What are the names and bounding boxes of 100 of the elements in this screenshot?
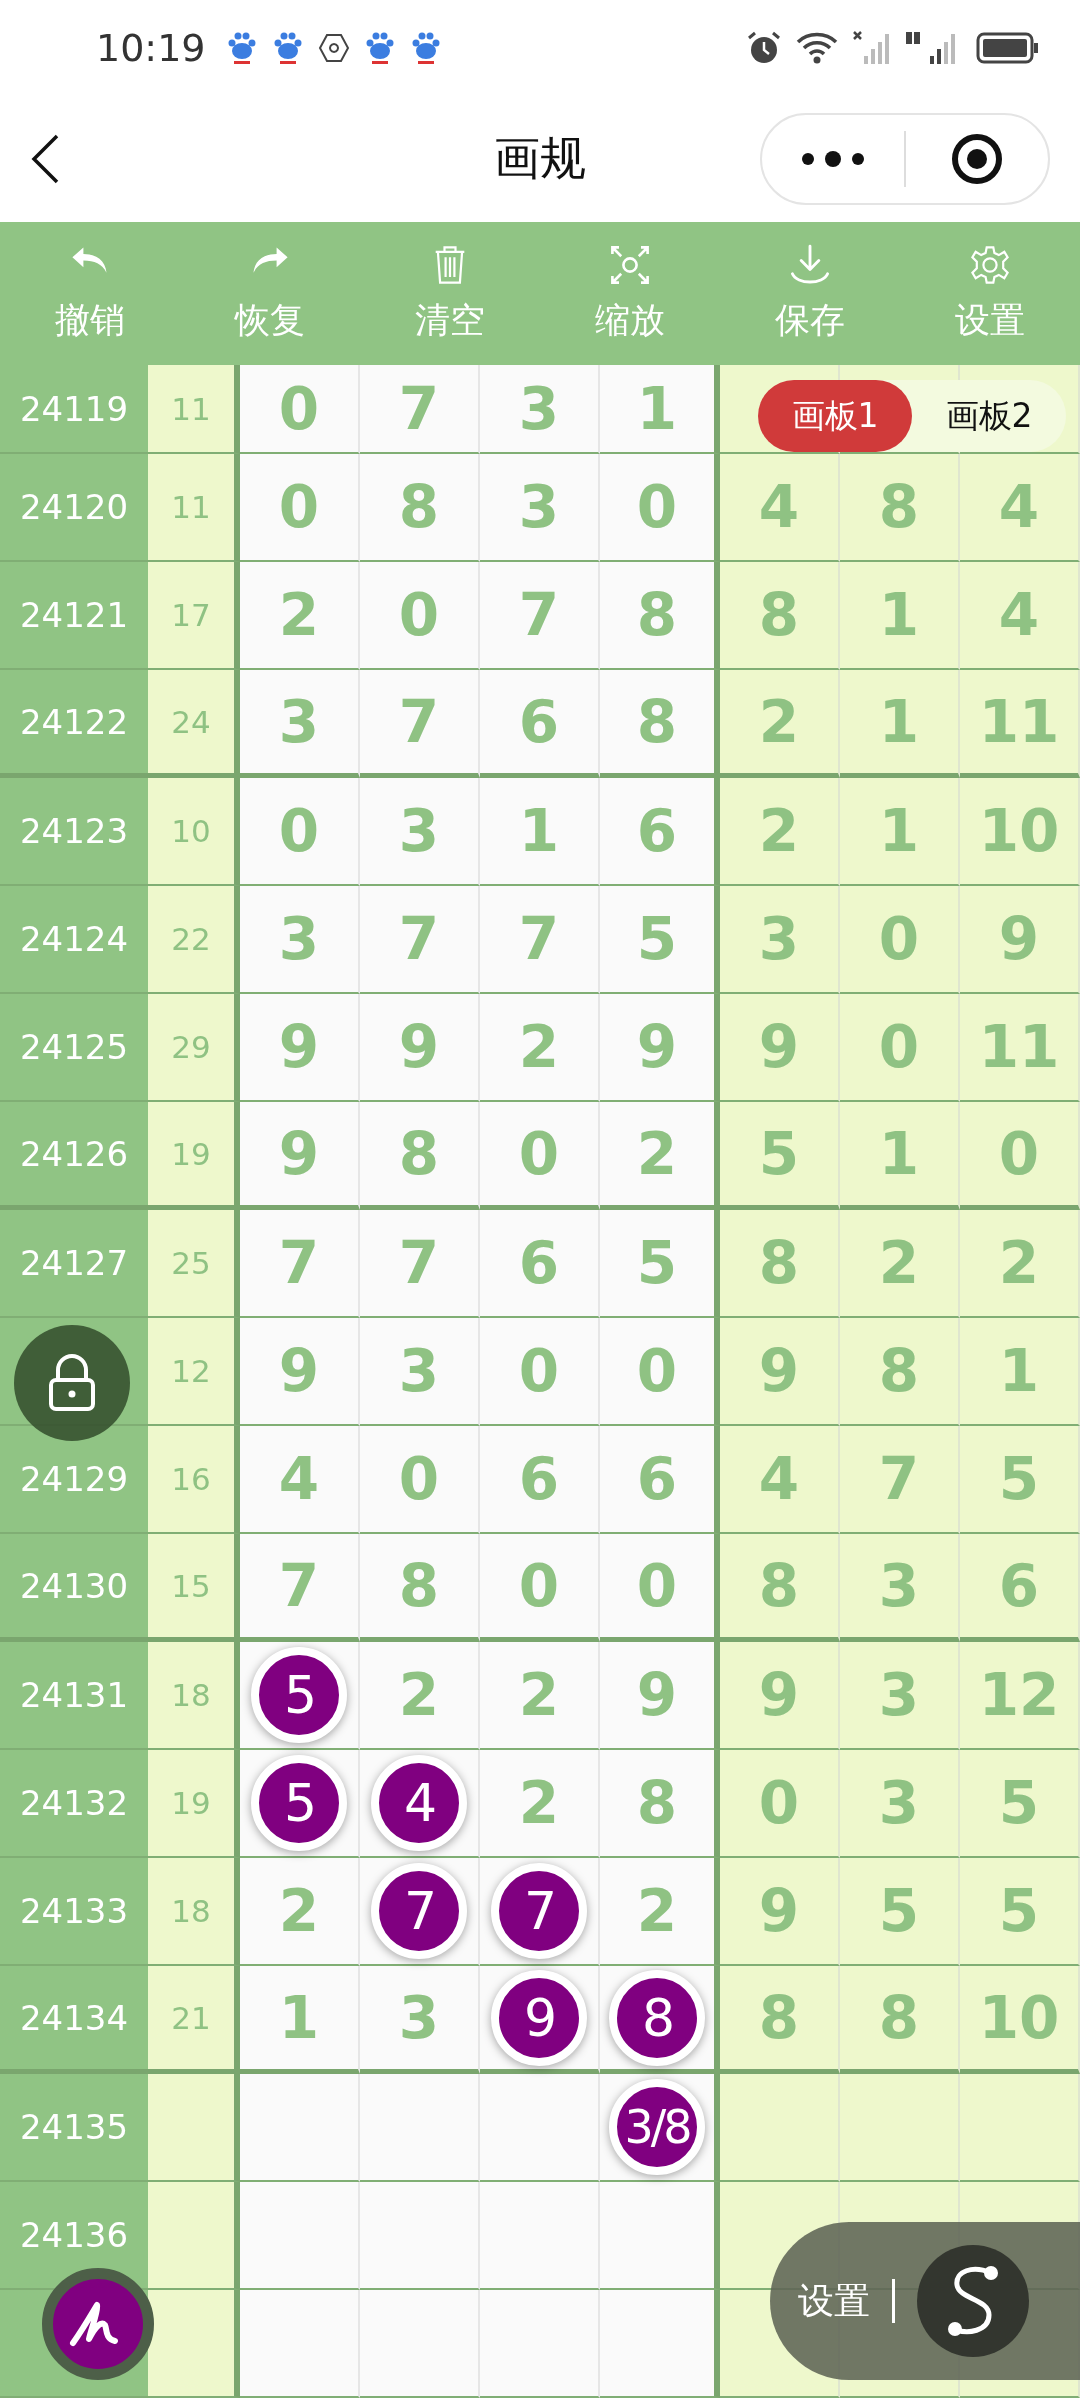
signal-icon xyxy=(852,29,892,66)
sum-value: 15 xyxy=(171,1567,211,1604)
target-icon[interactable] xyxy=(950,131,1004,186)
number-cell: 5 xyxy=(878,1877,920,1945)
number-cell: 2 xyxy=(998,1229,1040,1297)
number-cell: 3 xyxy=(278,687,320,756)
number-cell: 9 xyxy=(278,1013,320,1081)
wifi-icon xyxy=(796,30,838,65)
number-cell: 8 xyxy=(878,1337,920,1405)
number-cell: 8 xyxy=(758,581,800,649)
number-cell: 2 xyxy=(518,1661,560,1729)
number-cell: 0 xyxy=(518,1551,560,1620)
sum-value: 18 xyxy=(171,1893,211,1929)
issue-number: 24122 xyxy=(19,701,129,742)
number-cell: 7 xyxy=(398,1229,440,1297)
sum-value: 25 xyxy=(171,1245,211,1281)
number-cell: 2 xyxy=(278,1877,320,1945)
settings-link[interactable]: 设置 xyxy=(798,2276,870,2326)
sum-value: 24 xyxy=(171,703,211,740)
number-cell: 1 xyxy=(998,1337,1040,1405)
number-cell: 3 xyxy=(398,1983,440,2052)
number-cell: 7 xyxy=(398,687,440,756)
number-cell: 9 xyxy=(278,1119,320,1188)
number-cell: 7 xyxy=(518,905,560,973)
number-cell: 0 xyxy=(636,1551,678,1620)
circled-number[interactable]: 3/8 xyxy=(609,2079,705,2175)
number-cell: 0 xyxy=(398,581,440,649)
number-cell: 0 xyxy=(998,1119,1040,1188)
number-cell: 1 xyxy=(878,581,920,649)
number-cell: 9 xyxy=(758,1661,800,1729)
number-cell: 6 xyxy=(998,1551,1040,1620)
number-cell: 5 xyxy=(636,905,678,973)
circled-number[interactable]: 4 xyxy=(371,1755,467,1851)
circled-number[interactable]: 7 xyxy=(371,1863,467,1959)
number-cell: 0 xyxy=(636,473,678,541)
number-cell: 9 xyxy=(758,1337,800,1405)
board-tab[interactable]: 画板2 xyxy=(912,380,1066,452)
number-cell: 4 xyxy=(278,1445,320,1513)
number-cell: 2 xyxy=(518,1769,560,1837)
circled-number[interactable]: 5 xyxy=(251,1755,347,1851)
hexagon-icon xyxy=(317,32,350,63)
board-tab[interactable]: 画板1 xyxy=(758,380,912,452)
number-cell: 1 xyxy=(636,374,678,443)
issue-number: 24120 xyxy=(19,487,129,527)
number-cell: 0 xyxy=(878,1013,920,1081)
number-cell: 10 xyxy=(978,1983,1060,2052)
number-cell: 3 xyxy=(398,1337,440,1405)
number-cell: 8 xyxy=(398,473,440,541)
number-cell: 5 xyxy=(998,1877,1040,1945)
number-cell: 3 xyxy=(398,797,440,865)
alarm-icon xyxy=(746,29,782,66)
number-cell: 6 xyxy=(518,1445,560,1513)
number-cell: 8 xyxy=(878,1983,920,2052)
number-cell: 9 xyxy=(636,1013,678,1081)
issue-number: 24132 xyxy=(19,1783,129,1823)
number-cell: 5 xyxy=(758,1119,800,1188)
number-cell: 1 xyxy=(878,1119,920,1188)
circled-number[interactable]: 7 xyxy=(491,1863,587,1959)
number-cell: 8 xyxy=(398,1119,440,1188)
battery-icon xyxy=(976,31,1040,64)
circled-number[interactable]: 8 xyxy=(609,1969,705,2066)
number-cell: 3 xyxy=(278,905,320,973)
number-cell: 2 xyxy=(278,581,320,649)
issue-number: 24123 xyxy=(19,811,129,851)
number-cell: 9 xyxy=(636,1661,678,1729)
issue-number: 24126 xyxy=(19,1133,129,1174)
number-cell: 0 xyxy=(758,1769,800,1837)
issue-number: 24121 xyxy=(19,595,129,635)
issue-number: 24134 xyxy=(19,1997,129,2038)
number-cell: 1 xyxy=(278,1983,320,2052)
issue-number: 24119 xyxy=(19,388,129,429)
number-cell: 9 xyxy=(758,1877,800,1945)
sum-value: 17 xyxy=(171,597,211,633)
circled-number[interactable]: 5 xyxy=(251,1647,347,1743)
number-cell: 0 xyxy=(518,1119,560,1188)
number-cell: 8 xyxy=(758,1551,800,1620)
number-cell: 0 xyxy=(398,1445,440,1513)
issue-number: 24131 xyxy=(19,1675,129,1715)
number-cell: 5 xyxy=(998,1445,1040,1513)
sum-value: 29 xyxy=(171,1029,211,1065)
sum-value: 16 xyxy=(171,1461,211,1497)
circled-number[interactable]: 9 xyxy=(491,1969,587,2066)
number-cell: 1 xyxy=(518,797,560,865)
issue-number: 24127 xyxy=(19,1243,129,1283)
number-cell: 4 xyxy=(758,473,800,541)
number-cell: 8 xyxy=(398,1551,440,1620)
number-cell: 7 xyxy=(278,1551,320,1620)
issue-number: 24133 xyxy=(19,1891,129,1931)
sum-value: 11 xyxy=(171,489,211,525)
more-icon[interactable] xyxy=(800,149,866,168)
sum-value: 19 xyxy=(171,1135,211,1172)
sum-value: 11 xyxy=(171,390,211,427)
number-cell: 2 xyxy=(758,797,800,865)
number-cell: 6 xyxy=(518,1229,560,1297)
number-cell: 0 xyxy=(878,905,920,973)
number-cell: 2 xyxy=(518,1013,560,1081)
number-cell: 7 xyxy=(278,1229,320,1297)
back-icon[interactable] xyxy=(30,133,60,184)
number-cell: 1 xyxy=(878,797,920,865)
number-cell: 9 xyxy=(278,1337,320,1405)
